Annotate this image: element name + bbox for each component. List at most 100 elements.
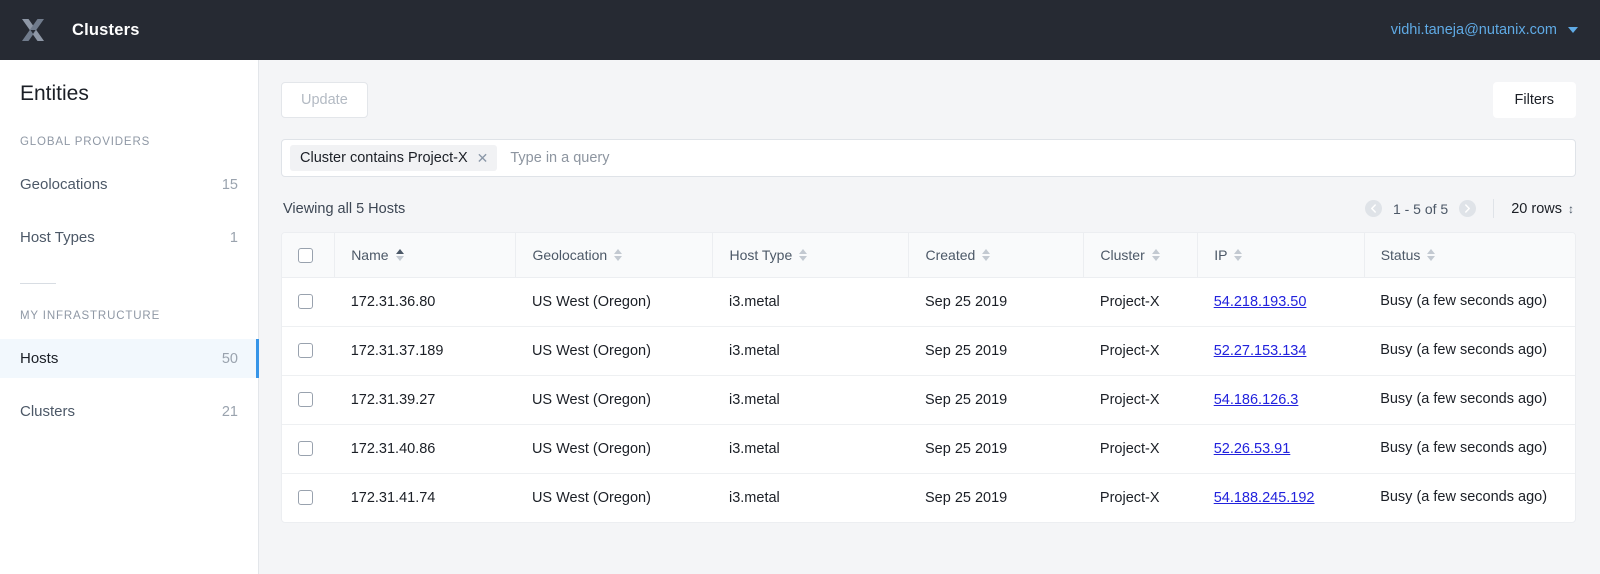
column-header-label: Status	[1381, 247, 1421, 263]
chevron-left-icon[interactable]	[1365, 200, 1382, 217]
cell-created: Sep 25 2019	[909, 473, 1084, 522]
nutanix-x-logo-icon[interactable]	[18, 15, 48, 45]
sidebar-divider	[20, 283, 56, 284]
table-header-row: Name Geolocation Host	[282, 233, 1575, 277]
spacer	[0, 378, 258, 392]
cell-cluster: Project-X	[1084, 375, 1198, 424]
filter-chip-cluster[interactable]: Cluster contains Project-X ✕	[290, 145, 497, 171]
filter-chip-label: Cluster contains Project-X	[300, 150, 468, 166]
chevron-down-icon	[1568, 27, 1578, 33]
sidebar-section-my-infrastructure: MY INFRASTRUCTURE	[0, 310, 258, 322]
cell-name: 172.31.36.80	[335, 277, 516, 326]
row-select-cell	[282, 375, 335, 424]
cell-geolocation: US West (Oregon)	[516, 375, 713, 424]
cell-host-type: i3.metal	[713, 326, 909, 375]
sort-icon[interactable]	[1152, 249, 1160, 261]
column-header-label: Cluster	[1100, 247, 1144, 263]
sidebar: Entities GLOBAL PROVIDERS Geolocations 1…	[0, 60, 259, 574]
column-header-label: Name	[351, 247, 388, 263]
sort-icon[interactable]	[614, 249, 622, 261]
sort-icon[interactable]	[396, 249, 404, 261]
ip-link[interactable]: 52.27.153.134	[1214, 343, 1307, 359]
column-header-label: Geolocation	[532, 247, 607, 263]
action-toolbar: Update Filters	[281, 82, 1576, 118]
cell-host-type: i3.metal	[713, 424, 909, 473]
user-menu[interactable]: vidhi.taneja@nutanix.com	[1391, 22, 1578, 38]
column-header-geolocation[interactable]: Geolocation	[516, 233, 713, 277]
row-checkbox[interactable]	[298, 490, 313, 505]
cell-created: Sep 25 2019	[909, 326, 1084, 375]
cell-created: Sep 25 2019	[909, 375, 1084, 424]
sidebar-item-hosts[interactable]: Hosts 50	[0, 339, 258, 378]
sort-icon[interactable]	[982, 249, 990, 261]
update-button[interactable]: Update	[281, 82, 368, 118]
sort-icon[interactable]	[1234, 249, 1242, 261]
sort-icon[interactable]	[1427, 249, 1435, 261]
column-header-label: IP	[1214, 247, 1227, 263]
row-checkbox[interactable]	[298, 392, 313, 407]
cell-host-type: i3.metal	[713, 277, 909, 326]
cell-status: Busy (a few seconds ago)	[1364, 277, 1575, 326]
rows-per-page-select[interactable]: 20 rows ↕	[1511, 201, 1574, 217]
close-icon[interactable]: ✕	[477, 151, 489, 165]
ip-link[interactable]: 54.218.193.50	[1214, 294, 1307, 310]
column-header-label: Created	[925, 247, 975, 263]
row-select-cell	[282, 424, 335, 473]
sidebar-title: Entities	[0, 82, 258, 106]
main-content: Update Filters Cluster contains Project-…	[259, 60, 1600, 574]
sidebar-item-geolocations[interactable]: Geolocations 15	[0, 165, 258, 204]
select-all-checkbox[interactable]	[298, 248, 313, 263]
row-checkbox[interactable]	[298, 294, 313, 309]
table-row[interactable]: 172.31.36.80 US West (Oregon) i3.metal S…	[282, 277, 1575, 326]
sort-icon[interactable]	[799, 249, 807, 261]
cell-ip: 52.27.153.134	[1198, 326, 1364, 375]
stepper-updown-icon: ↕	[1568, 203, 1574, 215]
cell-host-type: i3.metal	[713, 473, 909, 522]
table-row[interactable]: 172.31.40.86 US West (Oregon) i3.metal S…	[282, 424, 1575, 473]
cell-geolocation: US West (Oregon)	[516, 424, 713, 473]
sidebar-item-label: Clusters	[20, 403, 75, 420]
row-checkbox[interactable]	[298, 441, 313, 456]
table-row[interactable]: 172.31.39.27 US West (Oregon) i3.metal S…	[282, 375, 1575, 424]
filters-button[interactable]: Filters	[1493, 82, 1576, 118]
cell-status: Busy (a few seconds ago)	[1364, 375, 1575, 424]
cell-ip: 52.26.53.91	[1198, 424, 1364, 473]
row-checkbox[interactable]	[298, 343, 313, 358]
column-header-ip[interactable]: IP	[1198, 233, 1364, 277]
sidebar-item-count: 1	[230, 230, 238, 246]
ip-link[interactable]: 54.188.245.192	[1214, 490, 1315, 506]
table-row[interactable]: 172.31.41.74 US West (Oregon) i3.metal S…	[282, 473, 1575, 522]
column-header-status[interactable]: Status	[1364, 233, 1575, 277]
hosts-table-card: Name Geolocation Host	[281, 232, 1576, 523]
cell-name: 172.31.37.189	[335, 326, 516, 375]
cell-name: 172.31.40.86	[335, 424, 516, 473]
sidebar-item-host-types[interactable]: Host Types 1	[0, 218, 258, 257]
sidebar-section-global-providers: GLOBAL PROVIDERS	[0, 136, 258, 148]
column-header-host-type[interactable]: Host Type	[713, 233, 909, 277]
cell-status: Busy (a few seconds ago)	[1364, 326, 1575, 375]
search-input[interactable]	[497, 150, 1567, 166]
cell-cluster: Project-X	[1084, 473, 1198, 522]
sidebar-item-count: 50	[222, 351, 238, 367]
ip-link[interactable]: 52.26.53.91	[1214, 441, 1291, 457]
table-header: Name Geolocation Host	[282, 233, 1575, 277]
table-row[interactable]: 172.31.37.189 US West (Oregon) i3.metal …	[282, 326, 1575, 375]
viewing-count-label: Viewing all 5 Hosts	[283, 201, 405, 217]
cell-geolocation: US West (Oregon)	[516, 326, 713, 375]
user-email-label: vidhi.taneja@nutanix.com	[1391, 22, 1557, 38]
row-select-cell	[282, 277, 335, 326]
column-header-created[interactable]: Created	[909, 233, 1084, 277]
ip-link[interactable]: 54.186.126.3	[1214, 392, 1299, 408]
rows-per-page-label: 20 rows	[1511, 201, 1562, 217]
cell-status: Busy (a few seconds ago)	[1364, 424, 1575, 473]
sidebar-item-clusters[interactable]: Clusters 21	[0, 392, 258, 431]
cell-cluster: Project-X	[1084, 326, 1198, 375]
column-header-name[interactable]: Name	[335, 233, 516, 277]
cell-status: Busy (a few seconds ago)	[1364, 473, 1575, 522]
chevron-right-icon[interactable]	[1459, 200, 1476, 217]
query-bar[interactable]: Cluster contains Project-X ✕	[281, 139, 1576, 177]
column-header-cluster[interactable]: Cluster	[1084, 233, 1198, 277]
select-all-header	[282, 233, 335, 277]
sidebar-item-label: Hosts	[20, 350, 58, 367]
top-bar: Clusters vidhi.taneja@nutanix.com	[0, 0, 1600, 60]
